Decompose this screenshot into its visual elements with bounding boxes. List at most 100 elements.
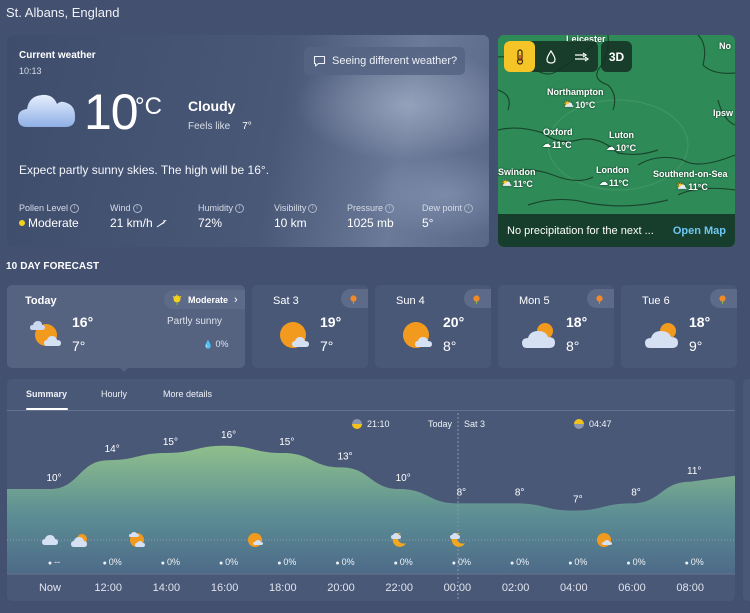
stat-wind[interactable]: Wind i 21 km/h	[110, 203, 198, 230]
partly-cloudy-icon: ⛅	[676, 181, 688, 191]
day-low-temp: 8°	[443, 338, 457, 354]
ten-day-forecast-heading: 10 DAY FORECAST	[6, 261, 100, 272]
feels-like-value: 7°	[242, 121, 252, 132]
stat-label: Pressure	[347, 203, 384, 213]
x-axis-label: 22:00	[385, 582, 413, 594]
map-layer-precipitation-button[interactable]	[535, 41, 566, 72]
temperature-label: 16°	[221, 430, 236, 441]
info-icon[interactable]: i	[385, 203, 395, 213]
stat-value: 10 km	[274, 216, 307, 230]
forecast-day[interactable]: Tue 6 18° 9°	[621, 285, 737, 368]
cloud-icon: ☁	[542, 139, 551, 149]
info-icon[interactable]: i	[235, 203, 245, 213]
cloud-icon: ☁	[606, 142, 615, 152]
x-axis-label: 16:00	[211, 582, 239, 594]
forecast-day[interactable]: Mon 5 18° 8°	[498, 285, 614, 368]
forecast-day[interactable]: Sun 4 20° 8°	[375, 285, 491, 368]
weather-map[interactable]: Leicester Northampton ⛅ 10°C Oxford ☁ 11°C…	[498, 35, 735, 247]
temperature-label: 15°	[279, 437, 294, 448]
map-layer-wind-button[interactable]	[566, 41, 597, 72]
x-axis-label: 08:00	[676, 582, 704, 594]
stat-visibility[interactable]: Visibility i 10 km	[274, 203, 347, 230]
pollen-flower-icon	[596, 294, 603, 304]
sunset-icon	[352, 419, 362, 429]
cloud-icon: ☁	[599, 177, 608, 187]
temperature-label: 15°	[163, 437, 178, 448]
info-icon[interactable]: i	[70, 203, 80, 213]
x-axis-label: 06:00	[618, 582, 646, 594]
wind-direction-arrow-icon	[156, 220, 167, 228]
day-name: Mon 5	[519, 295, 550, 307]
stat-label: Dew point	[422, 203, 463, 213]
temperature-chart: 21:10 Today Sat 3 04:47 10°● --14°● 0%15…	[7, 413, 735, 601]
temperature-label: 14°	[105, 444, 120, 455]
pollen-chip[interactable]	[341, 289, 368, 308]
stat-value: 72%	[198, 216, 223, 230]
selected-day-pointer	[118, 366, 130, 372]
map-layer-temperature-button[interactable]	[504, 41, 535, 72]
stat-value: Moderate	[28, 216, 79, 230]
day-name: Sat 3	[273, 295, 299, 307]
stat-value: 21 km/h	[110, 216, 153, 230]
temperature-unit-toggle[interactable]: °C	[135, 93, 162, 121]
temperature-area	[7, 445, 735, 574]
pollen-flower-icon	[172, 294, 182, 305]
map-3d-button[interactable]: 3D	[601, 41, 632, 72]
feels-like: Feels like 7°	[188, 121, 252, 132]
map-city-label: Southend-on-Sea	[653, 169, 728, 179]
forecast-day[interactable]: Sat 3 19° 7°	[252, 285, 368, 368]
x-axis-label: 14:00	[153, 582, 181, 594]
partly-cloudy-icon: ⛅	[501, 178, 513, 188]
stat-label: Wind	[110, 203, 131, 213]
day-high-temp: 18°	[689, 314, 711, 330]
day-precipitation: 💧 0%	[203, 339, 229, 349]
map-footer: No precipitation for the next ... Open M…	[498, 214, 735, 247]
stat-label: Humidity	[198, 203, 234, 213]
map-city-label: Ipsw	[713, 108, 734, 118]
forecast-day-today[interactable]: Today 16° 7° Moderate › Partly sunny 💧 0…	[7, 285, 245, 368]
x-axis-label: 20:00	[327, 582, 355, 594]
day-low-temp: 9°	[689, 338, 703, 354]
stat-pollen[interactable]: Pollen Level i Moderate	[19, 203, 110, 230]
stat-dew-point[interactable]: Dew point i 5°	[422, 203, 489, 230]
day-high-temp: 18°	[566, 314, 588, 330]
stat-humidity[interactable]: Humidity i 72%	[198, 203, 274, 230]
open-map-link[interactable]: Open Map	[673, 225, 726, 237]
stat-pressure[interactable]: Pressure i 1025 mb	[347, 203, 422, 230]
temperature-label: 8°	[631, 487, 641, 498]
location-title: St. Albans, England	[6, 5, 120, 20]
day-low-temp: 7°	[320, 338, 334, 354]
info-icon[interactable]: i	[464, 203, 474, 213]
info-icon[interactable]: i	[132, 203, 142, 213]
mostly-sunny-icon	[280, 322, 309, 348]
info-icon[interactable]: i	[308, 203, 318, 213]
pollen-chip[interactable]	[587, 289, 614, 308]
x-axis-label: Now	[39, 582, 61, 594]
feedback-label: Seeing different weather?	[332, 55, 458, 67]
partly-cloudy-icon: ⛅	[563, 99, 575, 109]
feedback-icon	[313, 55, 326, 67]
day-high-temp: 16°	[72, 314, 94, 330]
map-city-temp: ⛅ 11°C	[676, 181, 708, 192]
pollen-chip[interactable]	[710, 289, 737, 308]
day-label-next: Sat 3	[464, 419, 485, 429]
map-city-temp: ☁ 11°C	[542, 139, 572, 150]
current-weather-card: Current weather 10:13 Seeing different w…	[7, 35, 489, 247]
map-city-label: Swindon	[498, 167, 536, 177]
map-city-temp: ☁ 10°C	[606, 142, 637, 153]
map-city-label: Oxford	[543, 127, 573, 137]
map-city-label: No	[719, 41, 731, 51]
partly-sunny-icon	[30, 321, 61, 346]
pollen-level-label: Moderate	[188, 294, 229, 305]
day-label-today: Today	[428, 419, 453, 429]
pollen-chip[interactable]	[464, 289, 491, 308]
map-city-temp: ⛅ 11°C	[501, 178, 533, 189]
feels-like-label: Feels like	[188, 121, 231, 132]
day-high-temp: 19°	[320, 314, 342, 330]
seeing-different-weather-button[interactable]: Seeing different weather?	[304, 47, 465, 75]
temperature-label: 8°	[457, 487, 467, 498]
side-panel-edge	[743, 379, 750, 601]
sunrise-time: 04:47	[589, 419, 612, 429]
pollen-level-chip[interactable]: Moderate ›	[164, 290, 245, 309]
weather-summary: Expect partly sunny skies. The high will…	[19, 163, 270, 177]
